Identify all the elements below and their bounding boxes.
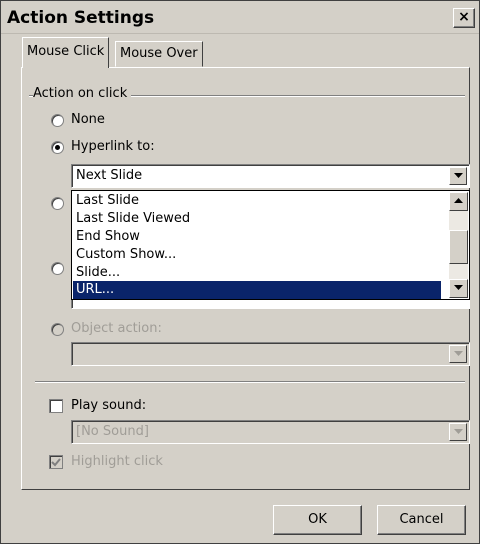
scroll-down-button[interactable] bbox=[449, 279, 468, 298]
separator bbox=[35, 381, 465, 383]
hyperlink-combo-value: Next Slide bbox=[76, 168, 143, 183]
object-action-label: Object action: bbox=[71, 321, 162, 336]
sound-combo-value: [No Sound] bbox=[76, 424, 149, 439]
play-sound-label: Play sound: bbox=[71, 398, 147, 413]
hidden-radio-1[interactable] bbox=[51, 197, 64, 210]
list-item[interactable]: Slide... bbox=[73, 264, 441, 282]
list-item-selected[interactable]: URL... bbox=[73, 281, 441, 299]
scroll-thumb[interactable] bbox=[449, 230, 468, 264]
hyperlink-dropdown-list[interactable]: Last Slide Last Slide Viewed End Show Cu… bbox=[71, 190, 470, 300]
sound-combo[interactable]: [No Sound] bbox=[71, 420, 470, 444]
close-button[interactable]: × bbox=[453, 8, 475, 28]
hyperlink-combo[interactable]: Next Slide bbox=[71, 164, 470, 188]
object-action-combo[interactable] bbox=[71, 342, 470, 366]
dropdown-scrollbar[interactable] bbox=[449, 192, 468, 298]
object-action-combo-arrow[interactable] bbox=[449, 345, 467, 363]
tab-mouse-over[interactable]: Mouse Over bbox=[115, 41, 203, 67]
list-item[interactable]: Custom Show... bbox=[73, 246, 441, 264]
title-bar[interactable]: Action Settings × bbox=[1, 1, 479, 34]
action-settings-dialog: Action Settings × Mouse Click Mouse Over… bbox=[0, 0, 480, 544]
hyperlink-combo-arrow[interactable] bbox=[449, 167, 467, 185]
ok-button[interactable]: OK bbox=[273, 505, 362, 535]
cancel-button[interactable]: Cancel bbox=[377, 505, 466, 535]
list-item[interactable]: End Show bbox=[73, 228, 441, 246]
hyperlink-label: Hyperlink to: bbox=[71, 139, 155, 154]
none-radio[interactable] bbox=[51, 114, 64, 127]
action-group-label: Action on click bbox=[33, 86, 132, 101]
hidden-radio-2[interactable] bbox=[51, 262, 64, 275]
none-label: None bbox=[71, 112, 105, 127]
chevron-up-icon bbox=[454, 198, 463, 203]
tab-mouse-click-label: Mouse Click bbox=[27, 44, 105, 59]
tab-mouse-click[interactable]: Mouse Click bbox=[22, 37, 110, 68]
dialog-title: Action Settings bbox=[7, 8, 155, 28]
list-item[interactable]: Last Slide Viewed bbox=[73, 210, 441, 228]
chevron-down-icon bbox=[454, 173, 463, 178]
object-action-radio[interactable] bbox=[51, 323, 64, 336]
chevron-down-icon bbox=[454, 429, 463, 434]
list-item[interactable]: Last Slide bbox=[73, 192, 441, 210]
hyperlink-radio[interactable] bbox=[51, 141, 64, 154]
checkmark-icon bbox=[51, 458, 61, 467]
highlight-click-label: Highlight click bbox=[71, 454, 163, 469]
chevron-down-icon bbox=[454, 285, 463, 290]
sound-combo-arrow[interactable] bbox=[449, 423, 467, 441]
scroll-up-button[interactable] bbox=[449, 192, 468, 211]
chevron-down-icon bbox=[454, 351, 463, 356]
play-sound-checkbox[interactable] bbox=[49, 399, 63, 413]
highlight-click-checkbox[interactable] bbox=[49, 455, 63, 469]
tab-mouse-over-label: Mouse Over bbox=[120, 46, 198, 61]
